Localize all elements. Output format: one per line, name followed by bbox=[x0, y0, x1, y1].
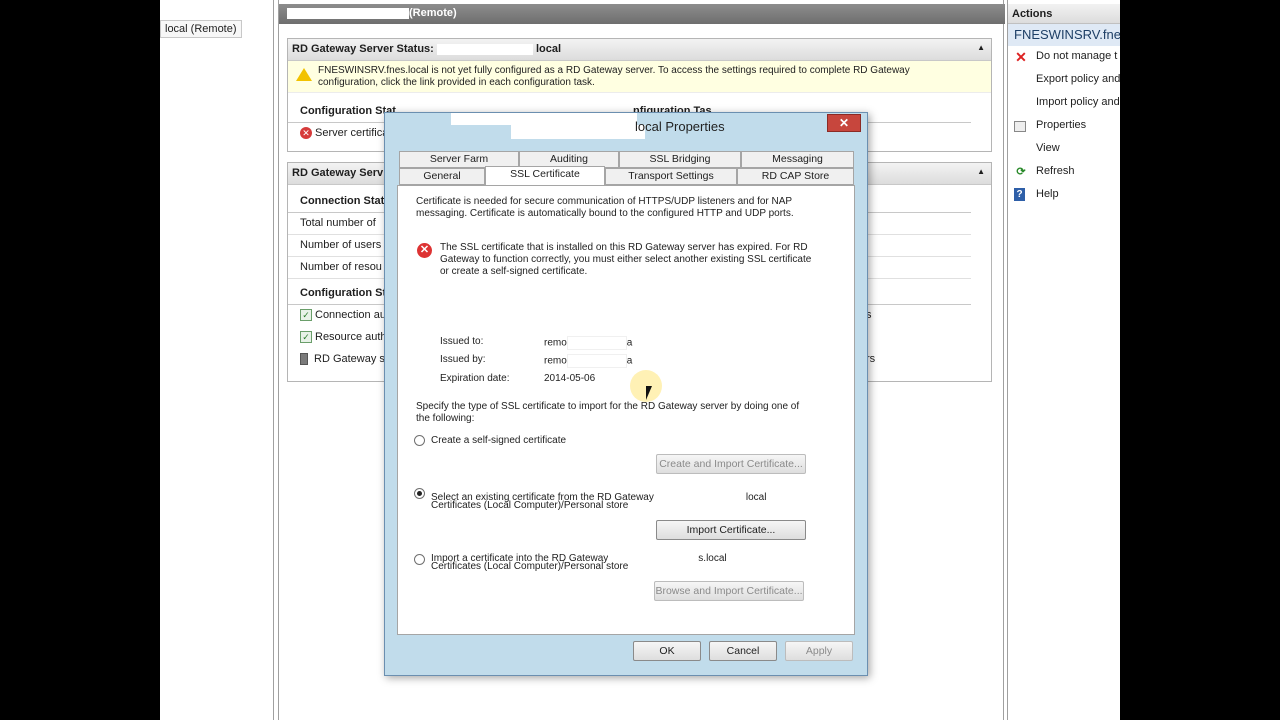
tab-ssl-bridging[interactable]: SSL Bridging bbox=[619, 151, 741, 168]
specify-text-1: Specify the type of SSL certificate to i… bbox=[416, 401, 800, 412]
policy-check-icon: ✓ bbox=[300, 331, 312, 344]
action-properties[interactable]: Properties bbox=[1008, 115, 1120, 138]
expiration-label: Expiration date: bbox=[440, 373, 510, 384]
intro-text-2: messaging. Certificate is automatically … bbox=[416, 208, 794, 219]
properties-dialog: local Properties ✕ Server Farm Auditing … bbox=[384, 112, 868, 676]
config-status-label: Configuration Stat bbox=[300, 105, 396, 117]
status-panel-header[interactable]: RD Gateway Server Status: local ▲ bbox=[288, 39, 991, 61]
warning-text-2: configuration, click the link provided i… bbox=[318, 77, 595, 88]
center-header: (Remote) bbox=[279, 4, 1005, 24]
mouse-cursor-icon bbox=[646, 386, 652, 400]
tree-item-remote[interactable]: local (Remote) bbox=[160, 20, 242, 38]
action-help[interactable]: ? Help bbox=[1008, 184, 1120, 207]
radio-import-certificate-label-2: Certificates (Local Computer)/Personal s… bbox=[431, 561, 629, 572]
actions-header: Actions bbox=[1008, 4, 1120, 24]
issued-by-redaction bbox=[566, 354, 627, 368]
opt3-redaction bbox=[608, 549, 699, 561]
issued-to-value: remo a bbox=[544, 336, 632, 350]
warning-bar: FNESWINSRV.fnes.local is not yet fully c… bbox=[288, 61, 991, 93]
dialog-title: local Properties bbox=[635, 119, 725, 134]
title-redaction-1 bbox=[451, 113, 637, 125]
radio-select-existing[interactable] bbox=[414, 488, 425, 499]
cancel-button[interactable]: Cancel bbox=[709, 641, 777, 661]
action-label: Export policy and bbox=[1036, 73, 1120, 85]
radio-self-signed-label[interactable]: Create a self-signed certificate bbox=[431, 435, 566, 447]
radio-self-signed[interactable] bbox=[414, 435, 425, 446]
action-label: View bbox=[1036, 142, 1060, 154]
tab-transport-settings[interactable]: Transport Settings bbox=[605, 168, 737, 185]
action-do-not-manage[interactable]: ✕ Do not manage t bbox=[1008, 46, 1120, 69]
error-text-3: or create a self-signed certificate. bbox=[440, 266, 588, 277]
create-import-certificate-button[interactable]: Create and Import Certificate... bbox=[656, 454, 806, 474]
apply-button[interactable]: Apply bbox=[785, 641, 853, 661]
action-label: Import policy and bbox=[1036, 96, 1120, 108]
status-panel-title: RD Gateway Server Status: bbox=[292, 43, 434, 55]
action-view[interactable]: View bbox=[1008, 138, 1120, 161]
refresh-icon: ⟳ bbox=[1016, 166, 1026, 178]
action-label: Refresh bbox=[1036, 165, 1075, 177]
issued-by-text: remo bbox=[544, 355, 567, 367]
issued-to-tail: a bbox=[626, 337, 633, 349]
tab-general[interactable]: General bbox=[399, 168, 485, 185]
issued-to-redaction bbox=[566, 336, 627, 350]
collapse-icon[interactable]: ▲ bbox=[977, 167, 985, 176]
specify-text-2: the following: bbox=[416, 413, 475, 424]
properties-icon bbox=[1014, 121, 1026, 132]
issued-to-label: Issued to: bbox=[440, 336, 484, 347]
status-panel-title-suffix: local bbox=[535, 43, 562, 55]
issued-by-label: Issued by: bbox=[440, 354, 486, 365]
resource-auth-label: Resource auth bbox=[315, 331, 387, 343]
error-icon: ✕ bbox=[300, 127, 312, 140]
issued-by-value: remo a bbox=[544, 354, 632, 368]
tab-ssl-certificate[interactable]: SSL Certificate bbox=[485, 166, 605, 185]
rd-gateway-label: RD Gateway s bbox=[314, 353, 385, 365]
close-button[interactable]: ✕ bbox=[827, 114, 861, 132]
radio-import-certificate[interactable] bbox=[414, 554, 425, 565]
action-refresh[interactable]: ⟳ Refresh bbox=[1008, 161, 1120, 184]
tab-messaging[interactable]: Messaging bbox=[741, 151, 854, 168]
action-label: Properties bbox=[1036, 119, 1087, 131]
help-icon: ? bbox=[1014, 188, 1025, 201]
warning-icon bbox=[296, 68, 312, 81]
server-cert-label: Server certifica bbox=[315, 127, 389, 139]
console-tree: local (Remote) bbox=[160, 0, 274, 720]
center-header-text: (Remote) bbox=[409, 7, 457, 19]
error-text-2: Gateway to function correctly, you must … bbox=[440, 254, 812, 265]
opt3-suffix: s.local bbox=[698, 553, 727, 564]
dialog-title-bar[interactable]: local Properties bbox=[385, 113, 867, 139]
tab-rd-cap-store[interactable]: RD CAP Store bbox=[737, 168, 854, 185]
expiration-value: 2014-05-06 bbox=[544, 373, 596, 384]
action-label: Do not manage t bbox=[1036, 50, 1118, 62]
connection-auth-label: Connection au bbox=[315, 309, 386, 321]
actions-pane: Actions FNESWINSRV.fnes ✕ Do not manage t… bbox=[1007, 0, 1120, 720]
radio-select-existing-label-2: Certificates (Local Computer)/Personal s… bbox=[431, 500, 629, 511]
title-redaction-2 bbox=[511, 125, 645, 139]
center-header-redaction bbox=[287, 7, 409, 19]
error-icon: ✕ bbox=[417, 243, 432, 258]
opt2-redaction bbox=[653, 488, 746, 500]
intro-text-1: Certificate is needed for secure communi… bbox=[416, 196, 793, 207]
server-icon bbox=[300, 353, 308, 366]
issued-by-tail: a bbox=[626, 355, 633, 367]
browse-import-certificate-button[interactable]: Browse and Import Certificate... bbox=[654, 581, 804, 601]
import-certificate-button[interactable]: Import Certificate... bbox=[656, 520, 806, 540]
action-label: Help bbox=[1036, 188, 1059, 200]
issued-to-text: remo bbox=[544, 337, 567, 349]
ssl-certificate-page: Certificate is needed for secure communi… bbox=[397, 185, 855, 635]
status-panel-redaction bbox=[436, 43, 533, 55]
action-export-policy[interactable]: Export policy and bbox=[1008, 69, 1120, 92]
opt2-suffix: local bbox=[745, 492, 767, 503]
gateway-panel-title: RD Gateway Serv bbox=[292, 167, 384, 179]
collapse-icon[interactable]: ▲ bbox=[977, 43, 985, 52]
action-import-policy[interactable]: Import policy and bbox=[1008, 92, 1120, 115]
error-text-1: The SSL certificate that is installed on… bbox=[440, 242, 808, 253]
ok-button[interactable]: OK bbox=[633, 641, 701, 661]
actions-node-title[interactable]: FNESWINSRV.fnes bbox=[1008, 24, 1120, 46]
policy-check-icon: ✓ bbox=[300, 309, 312, 322]
warning-text-1: FNESWINSRV.fnes.local is not yet fully c… bbox=[318, 65, 910, 76]
red-x-icon: ✕ bbox=[1015, 49, 1027, 65]
